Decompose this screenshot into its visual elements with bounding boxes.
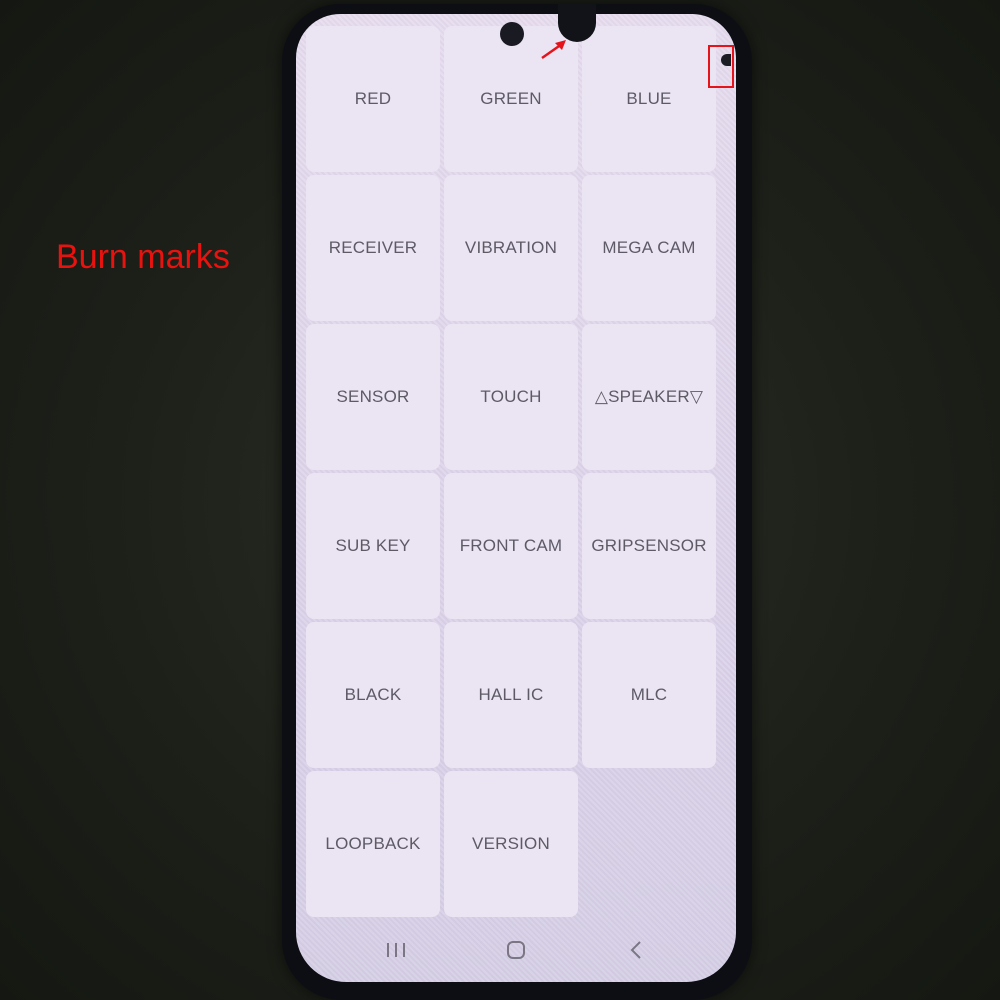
back-button[interactable] [616,930,656,970]
tile-loopback[interactable]: LOOPBACK [306,771,440,917]
tile-front-cam[interactable]: FRONT CAM [444,473,578,619]
tile-hall-ic[interactable]: HALL IC [444,622,578,768]
tile-speaker[interactable]: △SPEAKER▽ [582,324,716,470]
red-arrow-icon [541,40,566,60]
notch-burn-mark [558,4,596,42]
tile-black[interactable]: BLACK [306,622,440,768]
front-camera-hole [500,22,524,46]
tile-receiver[interactable]: RECEIVER [306,175,440,321]
tile-mega-cam[interactable]: MEGA CAM [582,175,716,321]
tile-touch[interactable]: TOUCH [444,324,578,470]
tile-sub-key[interactable]: SUB KEY [306,473,440,619]
recent-apps-button[interactable] [376,930,416,970]
home-icon [507,941,525,959]
tile-blue[interactable]: BLUE [582,26,716,172]
back-icon [630,941,641,959]
tile-empty [582,771,716,917]
home-button[interactable] [496,930,536,970]
test-menu-grid: RED GREEN BLUE RECEIVER VIBRATION MEGA C… [306,26,718,917]
tile-gripsensor[interactable]: GRIPSENSOR [582,473,716,619]
tile-sensor[interactable]: SENSOR [306,324,440,470]
tile-mlc[interactable]: MLC [582,622,716,768]
tile-version[interactable]: VERSION [444,771,578,917]
recent-apps-icon [387,943,405,957]
burn-marks-annotation: Burn marks [56,238,230,276]
phone-screen: RED GREEN BLUE RECEIVER VIBRATION MEGA C… [296,14,736,982]
burn-mark-highlight-box [708,45,734,88]
tile-vibration[interactable]: VIBRATION [444,175,578,321]
tile-red[interactable]: RED [306,26,440,172]
navigation-bar [296,925,736,975]
